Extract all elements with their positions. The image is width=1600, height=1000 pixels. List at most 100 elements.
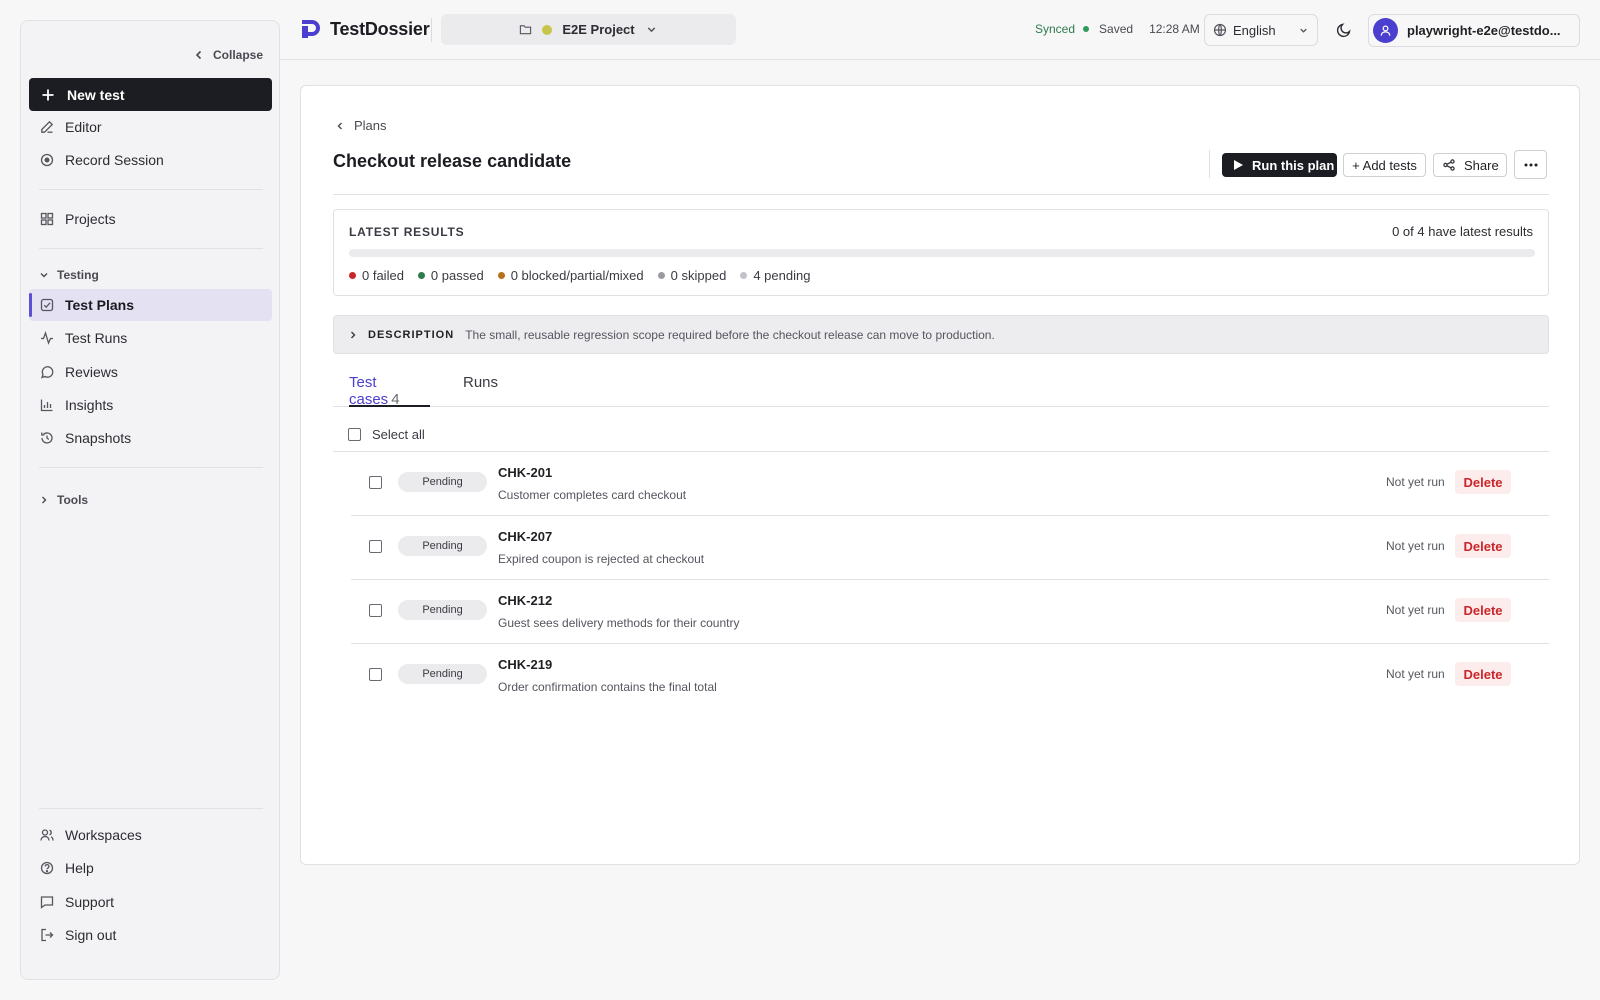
sidebar-item-reviews[interactable]: Reviews [29, 356, 272, 388]
sidebar-item-label: Record Session [65, 152, 164, 168]
users-icon [40, 829, 54, 841]
run-plan-button[interactable]: Run this plan [1222, 153, 1337, 177]
sidebar-item-projects[interactable]: Projects [29, 203, 272, 235]
plus-icon [42, 89, 54, 100]
table-row: Pending CHK-219 Order confirmation conta… [351, 644, 1549, 708]
status-badge: Pending [398, 600, 487, 620]
sidebar-item-record-session[interactable]: Record Session [29, 144, 272, 176]
delete-button[interactable]: Delete [1455, 662, 1511, 686]
case-id[interactable]: CHK-212 [498, 593, 552, 608]
breadcrumb[interactable]: Plans [335, 118, 387, 133]
legend-failed: 0 failed [349, 268, 404, 283]
delete-button[interactable]: Delete [1455, 534, 1511, 558]
sidebar-item-insights[interactable]: Insights [29, 389, 272, 421]
activity-icon [41, 331, 53, 345]
collapse-button[interactable]: Collapse [193, 48, 263, 62]
sidebar: Collapse New test Editor Record Session … [20, 20, 280, 980]
tab-label: Test cases [349, 374, 389, 408]
delete-button[interactable]: Delete [1455, 470, 1511, 494]
legend-label: 0 failed [362, 268, 404, 283]
legend-label: 0 blocked/partial/mixed [510, 268, 644, 283]
top-header: TestDossier E2E Project Synced Saved 12:… [280, 0, 1600, 60]
moon-icon [1336, 23, 1351, 38]
select-all-checkbox[interactable] [348, 428, 361, 441]
description-label: DESCRIPTION [368, 328, 455, 341]
chevron-down-icon [40, 273, 48, 278]
tab-runs[interactable]: Runs [463, 374, 498, 407]
account-menu[interactable]: playwright-e2e@testdo... [1368, 14, 1580, 47]
row-checkbox[interactable] [369, 604, 382, 617]
description-toggle[interactable]: DESCRIPTION The small, reusable regressi… [333, 315, 1549, 354]
sidebar-item-label: Projects [65, 211, 116, 227]
tab-label: Runs [463, 374, 499, 391]
theme-toggle[interactable] [1332, 18, 1356, 42]
legend-passed: 0 passed [417, 268, 484, 283]
chat-icon [40, 896, 54, 909]
share-button[interactable]: Share [1433, 153, 1507, 177]
section-label: Testing [57, 268, 99, 282]
tab-test-cases[interactable]: Test cases 4 [349, 374, 430, 408]
brand-logo[interactable]: TestDossier [300, 18, 430, 40]
row-checkbox[interactable] [369, 476, 382, 489]
more-horizontal-icon [1524, 163, 1537, 166]
help-circle-icon [40, 861, 54, 875]
latest-results-panel: LATEST RESULTS 0 of 4 have latest result… [333, 209, 1549, 296]
sidebar-item-workspaces[interactable]: Workspaces [29, 819, 272, 851]
case-id[interactable]: CHK-201 [498, 465, 552, 480]
delete-button[interactable]: Delete [1455, 598, 1511, 622]
sidebar-item-snapshots[interactable]: Snapshots [29, 422, 272, 454]
sidebar-item-label: Insights [65, 397, 114, 413]
globe-icon [1213, 23, 1227, 37]
description-text: The small, reusable regression scope req… [465, 327, 995, 342]
sidebar-divider [39, 189, 263, 190]
share-icon [1443, 159, 1455, 171]
project-selector[interactable]: E2E Project [441, 14, 736, 45]
language-select[interactable]: English [1204, 14, 1318, 46]
chevron-down-icon [647, 27, 655, 33]
avatar [1373, 18, 1398, 43]
status-badge: Pending [398, 472, 487, 492]
last-run-status: Not yet run [1386, 475, 1445, 489]
plan-detail-card: Plans Checkout release candidate Run thi… [300, 85, 1580, 865]
sidebar-divider [39, 248, 263, 249]
legend-pending: 4 pending [740, 268, 810, 283]
more-actions-button[interactable] [1514, 150, 1547, 179]
new-test-label: New test [67, 86, 125, 103]
legend-blocked: 0 blocked/partial/mixed [497, 268, 644, 283]
project-color-dot [542, 24, 553, 35]
bar-chart-icon [40, 399, 53, 412]
sidebar-item-sign-out[interactable]: Sign out [29, 919, 272, 951]
sign-out-icon [41, 928, 54, 942]
case-id[interactable]: CHK-207 [498, 529, 552, 544]
row-checkbox[interactable] [369, 540, 382, 553]
select-all[interactable]: Select all [348, 427, 425, 442]
share-label: Share [1464, 157, 1499, 173]
add-tests-button[interactable]: + Add tests [1343, 153, 1426, 177]
sidebar-item-label: Support [65, 894, 115, 910]
last-run-status: Not yet run [1386, 603, 1445, 617]
testing-section-toggle[interactable]: Testing [39, 268, 99, 282]
tab-count: 4 [391, 391, 400, 408]
synced-label: Synced [1035, 22, 1076, 36]
sidebar-item-label: Reviews [65, 364, 118, 380]
project-name: E2E Project [562, 22, 635, 37]
sidebar-item-test-plans[interactable]: Test Plans [29, 289, 272, 321]
grid-icon [40, 212, 54, 226]
sidebar-item-help[interactable]: Help [29, 852, 272, 884]
status-dot [497, 272, 505, 279]
row-checkbox[interactable] [369, 668, 382, 681]
sidebar-item-test-runs[interactable]: Test Runs [29, 322, 272, 354]
tools-section-toggle[interactable]: Tools [39, 493, 88, 507]
sidebar-item-support[interactable]: Support [29, 886, 272, 918]
results-legend: 0 failed 0 passed 0 blocked/partial/mixe… [349, 268, 810, 283]
last-run-status: Not yet run [1386, 539, 1445, 553]
breadcrumb-link: Plans [354, 118, 387, 133]
new-test-button[interactable]: New test [29, 78, 272, 111]
legend-label: 0 passed [430, 268, 484, 283]
sidebar-item-label: Test Runs [65, 330, 128, 346]
status-dot [417, 272, 425, 279]
sidebar-item-editor[interactable]: Editor [29, 111, 272, 143]
chevron-down-icon [1300, 28, 1307, 33]
case-id[interactable]: CHK-219 [498, 657, 552, 672]
chevron-left-icon [195, 50, 202, 60]
